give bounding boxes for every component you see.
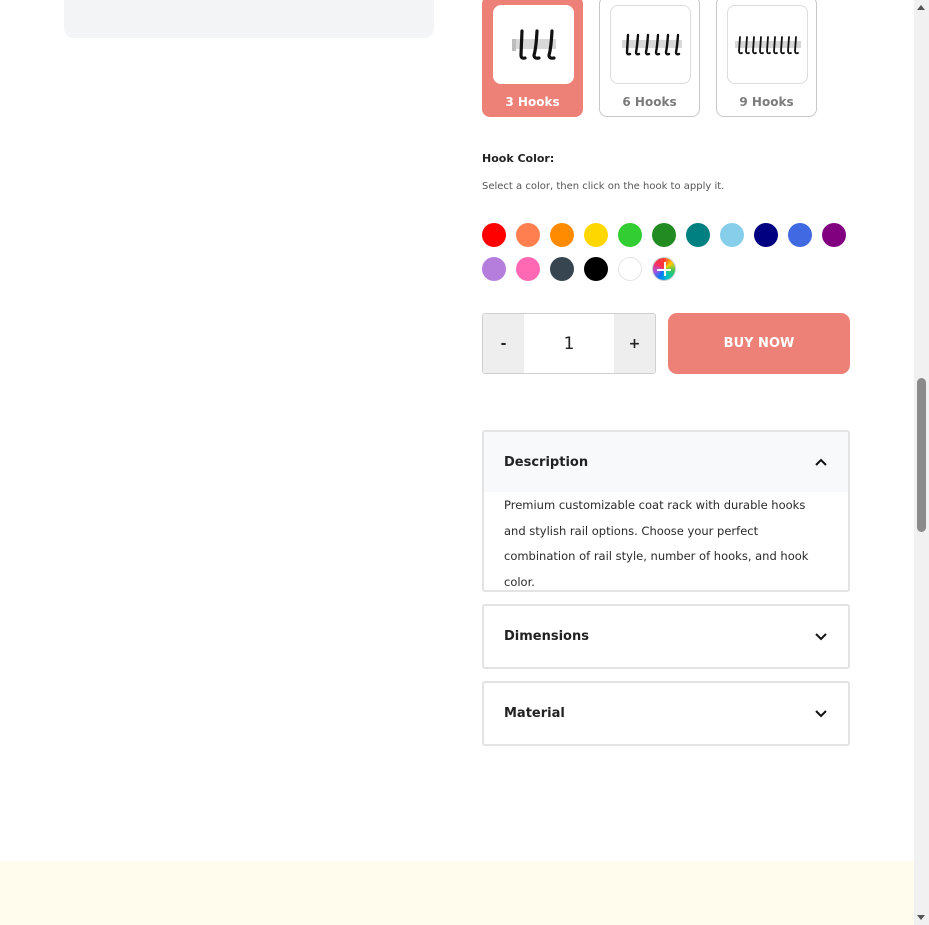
color-swatch-red[interactable]: [482, 223, 506, 247]
color-swatch-charcoal[interactable]: [550, 257, 574, 281]
hook-option-3[interactable]: 3 Hooks: [482, 0, 583, 117]
coat-rack-3-hooks-image: [511, 28, 556, 60]
hook-6-thumbnail: [610, 5, 691, 84]
accordion-description-header[interactable]: Description: [484, 432, 848, 492]
accordion-dimensions-header[interactable]: Dimensions: [484, 606, 848, 667]
color-swatch-gold[interactable]: [584, 223, 608, 247]
chevron-up-icon: [815, 458, 827, 466]
color-swatch-black[interactable]: [584, 257, 608, 281]
accordion-description: Description Premium customizable coat ra…: [482, 430, 850, 592]
chevron-down-icon: [815, 632, 827, 640]
quantity-stepper: - 1 +: [482, 313, 656, 374]
scroll-up-arrow-icon[interactable]: [917, 5, 925, 10]
accordion-material-header[interactable]: Material: [484, 683, 848, 744]
hook-option-label: 6 Hooks: [622, 95, 677, 109]
quantity-increase-button[interactable]: +: [614, 314, 655, 373]
color-swatch-white[interactable]: [618, 257, 642, 281]
color-swatch-lavender[interactable]: [482, 257, 506, 281]
chevron-down-icon: [815, 709, 827, 717]
page-scrollbar[interactable]: [914, 0, 929, 925]
color-swatch-coral[interactable]: [516, 223, 540, 247]
hook-9-thumbnail: [727, 5, 808, 84]
color-swatch-teal[interactable]: [686, 223, 710, 247]
accordion-title: Description: [504, 454, 589, 470]
custom-color-picker-icon[interactable]: [652, 257, 676, 281]
scrollbar-thumb[interactable]: [917, 378, 926, 532]
hook-option-6[interactable]: 6 Hooks: [599, 0, 700, 117]
color-swatch-lime-green[interactable]: [618, 223, 642, 247]
accordion-material[interactable]: Material: [482, 681, 850, 746]
scroll-down-arrow-icon[interactable]: [917, 915, 925, 920]
color-swatch-purple[interactable]: [822, 223, 846, 247]
color-swatch-sky-blue[interactable]: [720, 223, 744, 247]
quantity-decrease-button[interactable]: -: [483, 314, 524, 373]
product-gallery-panel: [64, 0, 434, 38]
color-swatch-royal-blue[interactable]: [788, 223, 812, 247]
hook-option-label: 3 Hooks: [505, 95, 560, 109]
coat-rack-6-hooks-image: [621, 33, 682, 55]
color-swatch-navy[interactable]: [754, 223, 778, 247]
hook-option-9[interactable]: 9 Hooks: [716, 0, 817, 117]
accordion-description-body: Premium customizable coat rack with dura…: [504, 498, 809, 589]
accordion-title: Dimensions: [504, 629, 589, 644]
footer-section: [0, 861, 914, 925]
hook-color-title: Hook Color:: [482, 152, 555, 165]
buy-now-button[interactable]: BUY NOW: [668, 313, 850, 374]
color-swatch-hot-pink[interactable]: [516, 257, 540, 281]
hook-3-thumbnail: [493, 5, 574, 84]
color-swatch-forest-green[interactable]: [652, 223, 676, 247]
color-swatch-orange[interactable]: [550, 223, 574, 247]
accordion-dimensions[interactable]: Dimensions: [482, 604, 850, 669]
hook-option-label: 9 Hooks: [739, 95, 794, 109]
quantity-input[interactable]: 1: [524, 314, 614, 373]
coat-rack-9-hooks-image: [734, 35, 801, 54]
product-page: 3 Hooks 6 Hooks 9 Hooks Hook Color: Sele…: [0, 0, 929, 925]
accordion-title: Material: [504, 706, 565, 721]
hook-color-instructions: Select a color, then click on the hook t…: [482, 181, 725, 192]
